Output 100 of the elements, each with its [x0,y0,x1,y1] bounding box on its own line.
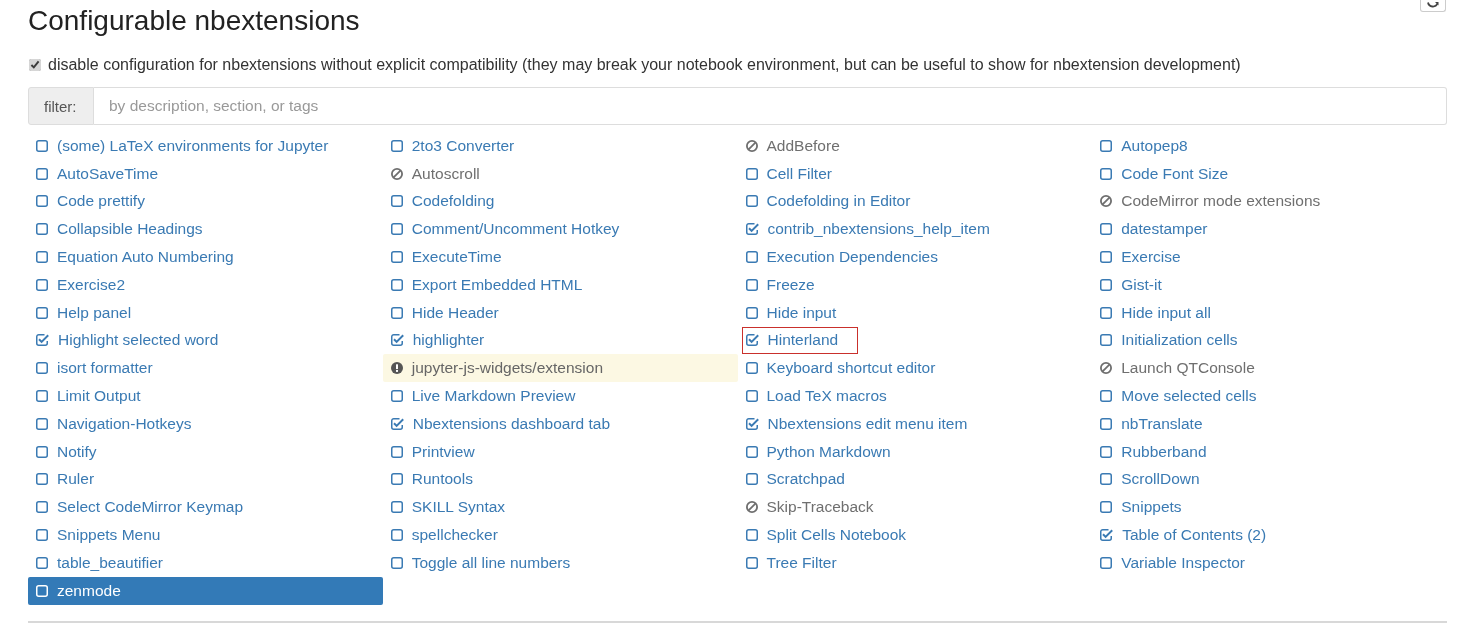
checkbox-icon[interactable] [36,139,48,152]
extension-item[interactable]: Autoscroll [382,159,738,188]
checkbox-icon[interactable] [390,139,403,152]
extension-item[interactable]: Hide input [737,298,1093,327]
extension-item[interactable]: isort formatter [28,354,383,383]
extension-item[interactable]: Load TeX macros [737,382,1093,410]
extension-item[interactable]: ScrollDown [1092,465,1447,494]
checkbox-icon[interactable] [390,195,403,208]
extension-item[interactable]: datestamper [1092,215,1447,244]
checkbox-icon[interactable] [1100,167,1113,180]
extension-item[interactable]: Freeze [737,271,1093,299]
checkbox-icon[interactable] [390,390,403,403]
extension-item[interactable]: Printview [382,437,738,466]
checkbox-icon[interactable] [390,251,403,264]
extension-item[interactable]: Runtools [382,465,738,494]
extension-item[interactable]: Split Cells Notebook [737,521,1093,549]
extension-item[interactable]: SKILL Syntax [382,493,738,522]
checkbox-icon[interactable] [745,362,758,375]
checkbox-icon[interactable] [745,167,758,180]
checkbox-icon[interactable] [1100,251,1113,264]
checkbox-icon[interactable] [1100,445,1113,458]
extension-item[interactable]: Cell Filter [737,159,1093,188]
extension-item[interactable]: Limit Output [28,382,383,410]
checkbox-icon[interactable] [390,529,403,542]
extension-item[interactable]: Ruler [28,465,383,494]
checkbox-icon[interactable] [745,278,758,291]
compatibility-checkbox[interactable] [29,59,41,71]
extension-item[interactable]: Move selected cells [1092,382,1447,410]
extension-item[interactable]: Table of Contents (2) [1092,521,1447,549]
checkbox-icon[interactable] [390,417,404,430]
checkbox-icon[interactable] [745,195,758,208]
checkbox-icon[interactable] [390,556,403,569]
checkbox-icon[interactable] [1100,473,1113,486]
extension-item[interactable]: AutoSaveTime [28,159,383,188]
extension-item[interactable]: Initialization cells [1092,326,1447,355]
extension-item[interactable]: jupyter-js-widgets/extension [382,354,738,383]
checkbox-icon[interactable] [390,306,403,319]
extension-item[interactable]: Gist-it [1092,271,1447,299]
checkbox-icon[interactable] [36,417,48,430]
extension-item[interactable]: Execution Dependencies [737,243,1093,271]
checkbox-icon[interactable] [36,390,48,403]
checkbox-icon[interactable] [1100,501,1113,514]
checkbox-icon[interactable] [1100,139,1113,152]
checkbox-icon[interactable] [1100,306,1113,319]
extension-item[interactable]: Variable Inspector [1092,548,1447,577]
extension-item[interactable]: Codefolding in Editor [737,187,1093,216]
checkbox-icon[interactable] [36,223,48,236]
extension-item[interactable]: Python Markdown [737,437,1093,466]
extension-item[interactable]: Code Font Size [1092,159,1447,188]
extension-item[interactable]: Hide input all [1092,298,1447,327]
checkbox-icon[interactable] [1100,556,1113,569]
checkbox-icon[interactable] [390,334,404,347]
extension-item[interactable]: Tree Filter [737,548,1093,577]
extension-item[interactable]: Nbextensions dashboard tab [382,409,738,438]
checkbox-icon[interactable] [36,556,48,569]
extension-item[interactable]: Comment/Uncomment Hotkey [382,215,738,244]
checkbox-icon[interactable] [1100,334,1113,347]
checkbox-icon[interactable] [36,529,48,542]
checkbox-icon[interactable] [390,278,403,291]
extension-item[interactable]: zenmode [28,576,383,605]
checkbox-icon[interactable] [36,306,48,319]
checkbox-icon[interactable] [745,223,759,236]
extension-item[interactable]: Skip-Traceback [737,493,1093,522]
extension-item[interactable]: nbTranslate [1092,409,1447,438]
checkbox-icon[interactable] [390,473,403,486]
extension-item[interactable]: highlighter [382,326,738,355]
checkbox-icon[interactable] [36,362,48,375]
refresh-button[interactable] [1420,0,1446,12]
checkbox-icon[interactable] [36,251,48,264]
extension-item[interactable]: Exercise2 [28,271,383,299]
extension-item[interactable]: contrib_nbextensions_help_item [737,215,1093,244]
checkbox-icon[interactable] [1100,223,1113,236]
checkbox-icon[interactable] [390,223,403,236]
checkbox-icon[interactable] [1100,278,1113,291]
extension-item[interactable]: Keyboard shortcut editor [737,354,1093,383]
extension-item[interactable]: Select CodeMirror Keymap [28,493,383,522]
extension-item[interactable]: CodeMirror mode extensions [1092,187,1447,216]
extension-item[interactable]: Notify [28,437,383,466]
extension-item[interactable]: Snippets Menu [28,521,383,549]
extension-item[interactable]: Highlight selected word [28,326,383,355]
extension-item[interactable]: Snippets [1092,493,1447,522]
extension-item[interactable]: Export Embedded HTML [382,271,738,299]
extension-item[interactable]: Hide Header [382,298,738,327]
extension-item[interactable]: Scratchpad [737,465,1093,494]
extension-item[interactable]: Launch QTConsole [1092,354,1447,383]
extension-item[interactable]: Navigation-Hotkeys [28,409,383,438]
extension-item[interactable]: Toggle all line numbers [382,548,738,577]
checkbox-icon[interactable] [390,501,403,514]
extension-item[interactable]: Equation Auto Numbering [28,243,383,271]
checkbox-icon[interactable] [1100,529,1114,542]
checkbox-icon[interactable] [36,334,49,347]
extension-item[interactable]: spellchecker [382,521,738,549]
checkbox-icon[interactable] [36,473,48,486]
extension-item[interactable]: Help panel [28,298,383,327]
extension-item[interactable]: Rubberband [1092,437,1447,466]
extension-item[interactable]: 2to3 Converter [382,132,738,160]
extension-item[interactable]: Exercise [1092,243,1447,271]
checkbox-icon[interactable] [390,445,403,458]
checkbox-icon[interactable] [745,529,758,542]
checkbox-icon[interactable] [36,501,48,514]
